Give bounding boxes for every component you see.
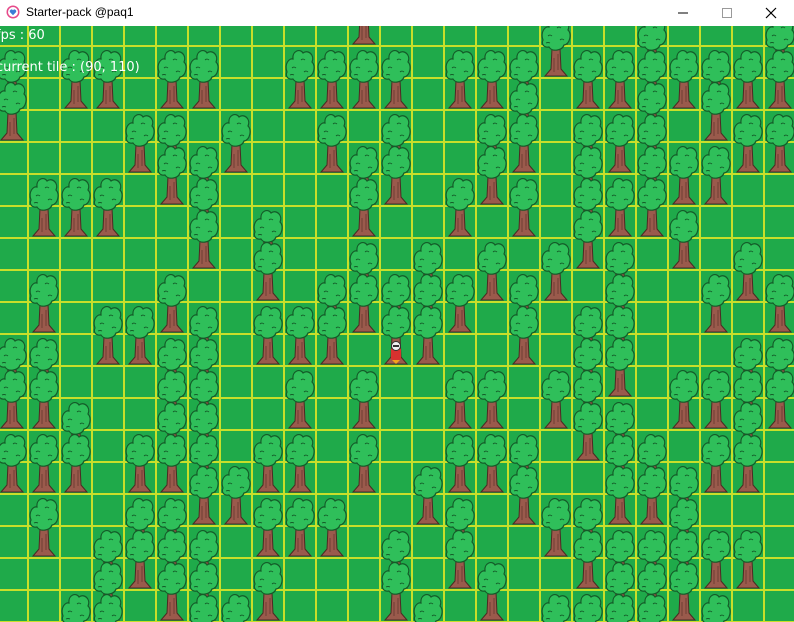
tile-map[interactable] — [0, 26, 794, 622]
close-icon — [765, 7, 777, 19]
close-button[interactable] — [748, 0, 794, 26]
maximize-button[interactable] — [704, 0, 750, 26]
heart-app-icon — [6, 5, 20, 19]
game-viewport[interactable]: fps : 60 current tile : (90, 110) — [0, 26, 794, 622]
current-tile-label: current tile : (90, 110) — [0, 60, 140, 75]
window-title: Starter-pack @paq1 — [26, 5, 134, 19]
fps-counter: fps : 60 — [0, 28, 45, 43]
window-titlebar[interactable]: Starter-pack @paq1 — [0, 0, 794, 26]
minimize-button[interactable] — [660, 0, 706, 26]
maximize-icon — [722, 8, 732, 18]
minimize-icon — [678, 12, 688, 14]
